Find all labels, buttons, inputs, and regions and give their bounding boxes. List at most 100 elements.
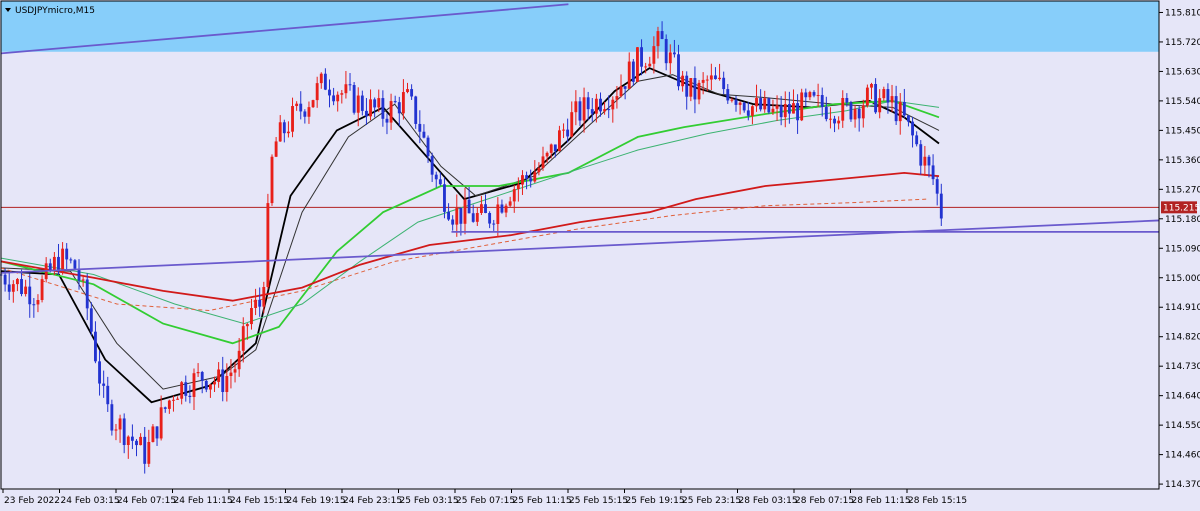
- candle-body: [233, 369, 237, 373]
- candle-body: [7, 284, 11, 292]
- candle-body: [611, 99, 615, 110]
- candle-body: [644, 66, 648, 68]
- candle-body: [496, 204, 500, 224]
- candle-body: [221, 369, 225, 393]
- candle-body: [204, 380, 208, 390]
- symbol-label: USDJPYmicro,M15: [15, 6, 95, 16]
- candle-body: [512, 189, 516, 202]
- candle-body: [393, 101, 397, 103]
- candle-body: [143, 436, 147, 464]
- candle-body: [118, 418, 122, 430]
- candle-body: [270, 156, 274, 204]
- x-tick-label: 25 Feb 15:15: [569, 496, 628, 506]
- candle-body: [566, 129, 570, 137]
- candle-body: [262, 286, 266, 307]
- x-tick-label: 24 Feb 19:15: [287, 496, 346, 506]
- candle-body: [28, 286, 32, 305]
- candle-body: [340, 93, 344, 95]
- candle-body: [11, 284, 15, 292]
- candle-body: [853, 108, 857, 120]
- candle-body: [94, 331, 97, 362]
- candle-body: [406, 89, 409, 93]
- candle-body: [882, 89, 886, 99]
- candle-body: [463, 199, 467, 224]
- candle-body: [180, 382, 184, 399]
- candle-body: [915, 135, 919, 145]
- candle-body: [434, 174, 438, 180]
- candle-body: [521, 175, 524, 185]
- candle-body: [562, 129, 565, 131]
- candle-body: [20, 279, 23, 295]
- candle-body: [332, 95, 336, 102]
- candle-body: [537, 168, 541, 173]
- candle-body: [311, 100, 315, 108]
- candle-body: [15, 279, 19, 285]
- candle-body: [939, 193, 943, 219]
- current-price-tag: 115.215: [1161, 201, 1200, 214]
- candle-body: [894, 96, 898, 122]
- candle-body: [874, 84, 878, 113]
- candle-body: [681, 75, 685, 87]
- candle-body: [200, 372, 204, 381]
- x-tick-label: 24 Feb 11:15: [174, 496, 233, 506]
- y-tick-label: 115.720: [1165, 38, 1200, 48]
- candle-body: [759, 98, 763, 110]
- plot-border: [0, 0, 1160, 490]
- candle-body: [286, 131, 290, 134]
- candle-body: [631, 61, 635, 82]
- candle-body: [652, 46, 656, 64]
- candle-body: [208, 384, 212, 390]
- candle-body: [677, 54, 680, 87]
- candle-body: [24, 286, 28, 295]
- candle-body: [274, 141, 278, 157]
- candle-body: [582, 97, 586, 121]
- chart-canvas[interactable]: 115.810 115.720 115.630 115.540 115.450 115.3…: [0, 0, 1200, 511]
- candle-body: [319, 73, 323, 84]
- candle-body: [849, 102, 853, 120]
- candle-body: [857, 108, 861, 119]
- candle-body: [397, 102, 401, 114]
- candle-body: [742, 102, 746, 111]
- candle-body: [886, 89, 890, 103]
- candle-body: [418, 123, 422, 132]
- candle-body: [73, 260, 77, 269]
- candle-body: [159, 407, 163, 439]
- candle-body: [32, 304, 36, 306]
- candle-body: [750, 106, 754, 116]
- candle-body: [61, 248, 65, 272]
- candle-body: [48, 263, 52, 271]
- candle-body: [385, 118, 389, 123]
- price-chart[interactable]: 115.810 115.720 115.630 115.540 115.450 115.3…: [0, 0, 1200, 511]
- candle-body: [467, 199, 471, 214]
- candle-body: [541, 156, 545, 169]
- candle-body: [775, 105, 779, 109]
- y-tick-label: 114.730: [1165, 362, 1200, 372]
- candle-body: [98, 361, 101, 384]
- candle-body: [40, 279, 44, 301]
- candle-body: [516, 184, 520, 190]
- candle-body: [130, 436, 134, 441]
- lower-trendline[interactable]: [0, 219, 1160, 274]
- candle-body: [570, 112, 574, 137]
- candle-body: [804, 92, 808, 98]
- candle-body: [196, 372, 200, 374]
- candle-body: [254, 299, 258, 309]
- candle-body: [110, 404, 114, 431]
- candle-body: [771, 108, 775, 113]
- candle-body: [410, 89, 414, 97]
- candle-body: [841, 98, 845, 121]
- candle-body: [820, 95, 824, 108]
- candle-body: [323, 73, 327, 90]
- candle-body: [430, 156, 434, 175]
- candle-body: [106, 385, 110, 405]
- candle-body: [307, 107, 311, 117]
- candle-body: [500, 204, 504, 213]
- candle-body: [225, 376, 229, 393]
- candle-body: [504, 205, 508, 213]
- candle-body: [808, 92, 812, 98]
- candle-body: [718, 77, 721, 80]
- candle-body: [829, 118, 832, 120]
- candle-body: [603, 109, 607, 112]
- candle-body: [615, 96, 619, 100]
- candle-body: [714, 75, 717, 80]
